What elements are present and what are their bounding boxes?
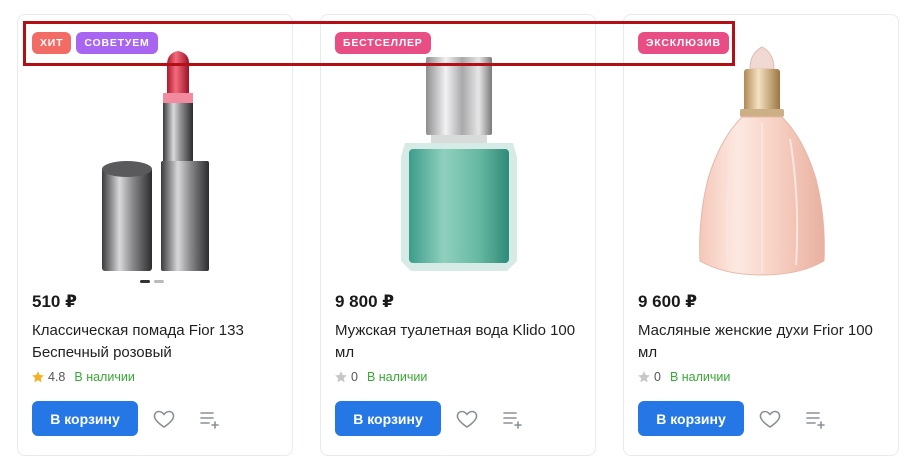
price: 510 ₽	[32, 292, 77, 311]
perfume-bottle-image[interactable]	[624, 39, 900, 279]
rating-value: 4.8	[48, 370, 66, 384]
rating-value: 0	[351, 370, 358, 384]
stock-status: В наличии	[366, 370, 428, 384]
compare-list-icon[interactable]	[198, 407, 222, 431]
price: 9 800 ₽	[335, 292, 395, 311]
product-card[interactable]: ЭКСКЛЮЗИВ 9 600 ₽ Масляные женские духи …	[623, 14, 899, 456]
pagination-dot[interactable]	[154, 280, 164, 283]
add-to-cart-button[interactable]: В корзину	[32, 401, 138, 436]
product-title[interactable]: Классическая помада Fior 133 Беспечный р…	[32, 320, 282, 364]
price: 9 600 ₽	[638, 292, 698, 311]
heart-icon[interactable]	[758, 407, 782, 431]
product-title[interactable]: Масляные женские духи Frior 100 мл	[638, 320, 888, 364]
compare-list-icon[interactable]	[804, 407, 828, 431]
rating-row: 0 В наличии	[637, 370, 730, 384]
image-pagination[interactable]	[140, 280, 164, 283]
rating-value: 0	[654, 370, 661, 384]
rating-row: 0 В наличии	[334, 370, 427, 384]
heart-icon[interactable]	[152, 407, 176, 431]
product-card[interactable]: БЕСТСЕЛЛЕР 9 800 ₽ Мужская туалетная вод…	[320, 14, 596, 456]
star-icon	[335, 371, 347, 383]
stock-status: В наличии	[74, 370, 135, 384]
product-card[interactable]: ХИТ СОВЕТУЕМ 510 ₽ Классическая помада F…	[17, 14, 293, 456]
add-to-cart-button[interactable]: В корзину	[638, 401, 744, 436]
star-icon	[638, 371, 650, 383]
heart-icon[interactable]	[455, 407, 479, 431]
stock-status: В наличии	[669, 370, 731, 384]
rating-row: 4.8 В наличии	[31, 370, 135, 384]
lipstick-image[interactable]	[18, 39, 294, 279]
product-title[interactable]: Мужская туалетная вода Klido 100 мл	[335, 320, 585, 364]
star-icon	[32, 371, 44, 383]
pagination-dot[interactable]	[140, 280, 150, 283]
add-to-cart-button[interactable]: В корзину	[335, 401, 441, 436]
compare-list-icon[interactable]	[501, 407, 525, 431]
cologne-bottle-image[interactable]	[321, 39, 597, 279]
